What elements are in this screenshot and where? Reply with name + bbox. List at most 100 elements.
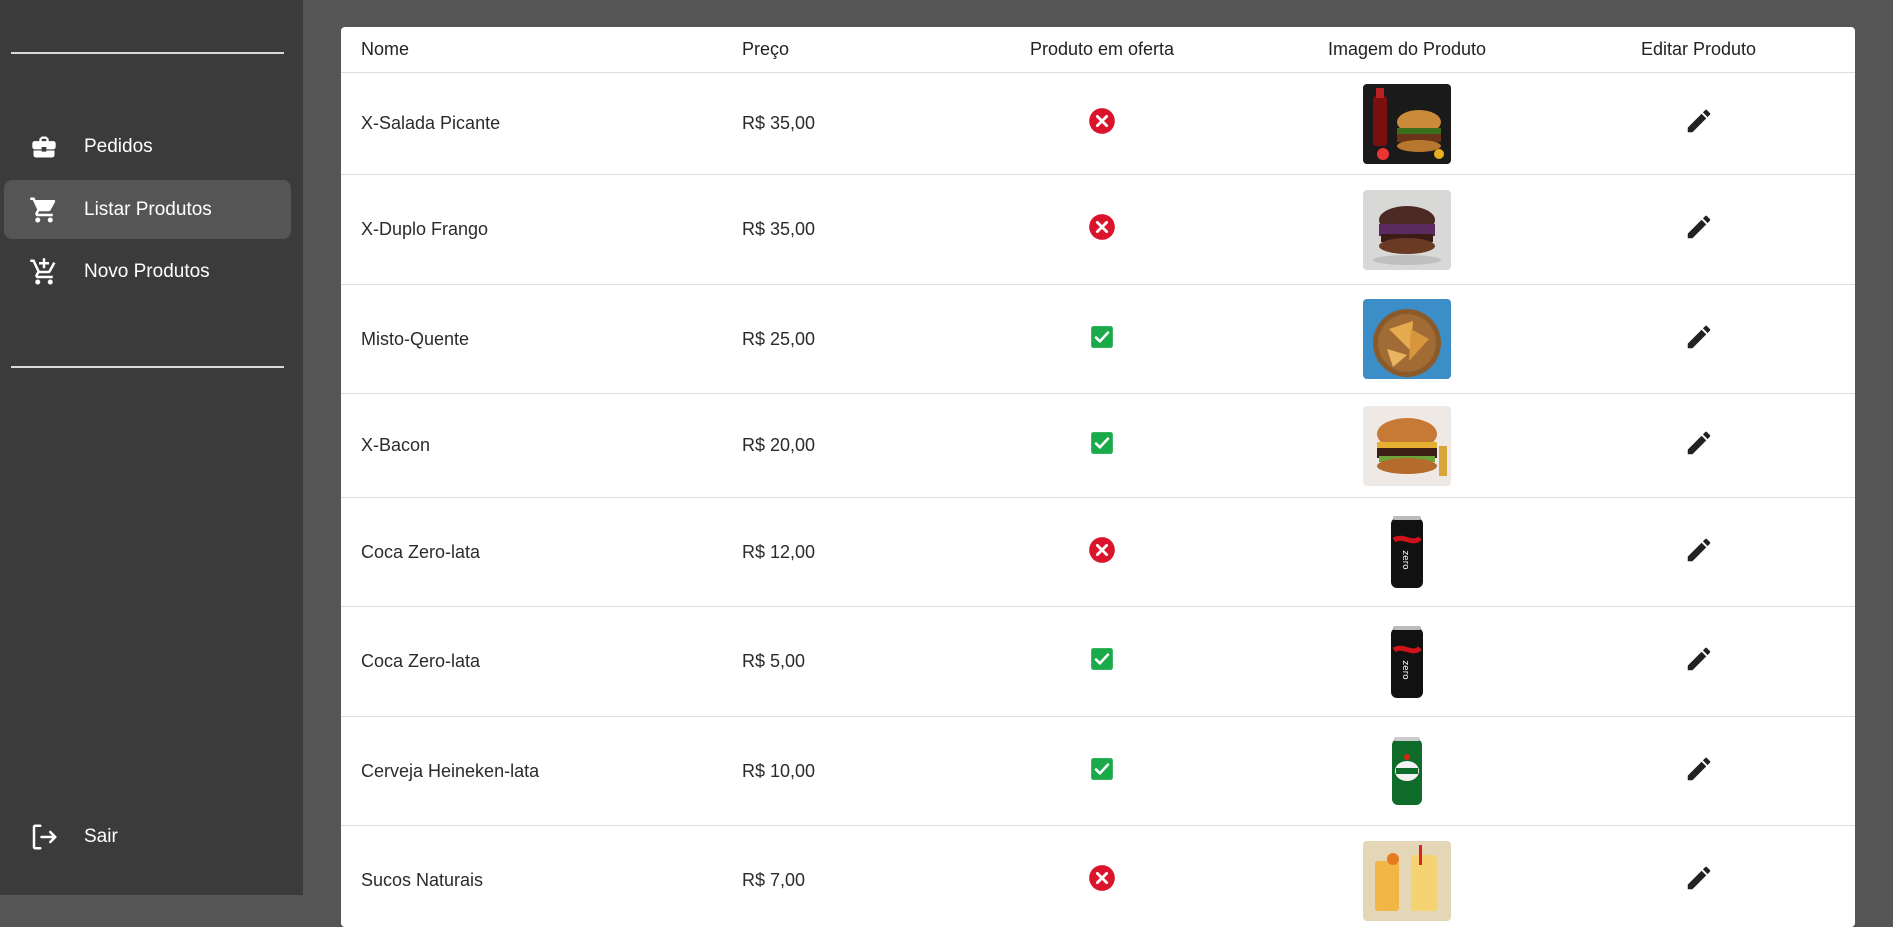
header-preco: Preço <box>742 27 932 73</box>
product-price: R$ 20,00 <box>742 394 932 498</box>
edit-cell <box>1542 826 1855 927</box>
edit-product-button[interactable] <box>1683 754 1715 786</box>
edit-product-button[interactable] <box>1683 863 1715 895</box>
edit-cell <box>1542 607 1855 717</box>
sidebar-item-label: Sair <box>84 826 118 848</box>
header-oferta: Produto em oferta <box>932 27 1272 73</box>
sidebar-item-label: Listar Produtos <box>84 199 212 221</box>
offer-status <box>932 285 1272 394</box>
product-thumbnail <box>1363 299 1451 379</box>
product-thumbnail <box>1363 190 1451 270</box>
product-name: X-Bacon <box>341 394 742 498</box>
pencil-icon <box>1684 442 1714 462</box>
pencil-icon <box>1684 877 1714 897</box>
sidebar-divider-bottom <box>11 366 284 368</box>
edit-product-button[interactable] <box>1683 322 1715 354</box>
product-price: R$ 12,00 <box>742 498 932 607</box>
check-icon <box>1089 756 1115 787</box>
edit-product-button[interactable] <box>1683 644 1715 676</box>
sidebar-divider-top <box>11 52 284 54</box>
product-price: R$ 35,00 <box>742 73 932 175</box>
edit-cell <box>1542 498 1855 607</box>
sidebar-item-sair[interactable]: Sair <box>4 807 291 866</box>
product-name: Cerveja Heineken-lata <box>341 717 742 826</box>
product-thumbnail <box>1363 731 1451 811</box>
product-image-cell <box>1272 73 1542 175</box>
edit-cell <box>1542 394 1855 498</box>
product-price: R$ 25,00 <box>742 285 932 394</box>
header-editar: Editar Produto <box>1542 27 1855 73</box>
product-name: Misto-Quente <box>341 285 742 394</box>
product-image-cell <box>1272 285 1542 394</box>
edit-cell <box>1542 285 1855 394</box>
product-price: R$ 10,00 <box>742 717 932 826</box>
table-row: Coca Zero-lataR$ 5,00 zero <box>341 607 1855 717</box>
sidebar-item-label: Novo Produtos <box>84 261 210 283</box>
cart-icon <box>28 194 60 226</box>
products-table-card: Nome Preço Produto em oferta Imagem do P… <box>341 27 1855 927</box>
check-icon <box>1089 646 1115 677</box>
table-row: Coca Zero-lataR$ 12,00 zero <box>341 498 1855 607</box>
pencil-icon <box>1684 549 1714 569</box>
product-thumbnail: zero <box>1363 622 1451 702</box>
sidebar-item-listar-produtos[interactable]: Listar Produtos <box>4 180 291 239</box>
header-nome: Nome <box>341 27 742 73</box>
table-row: X-Duplo FrangoR$ 35,00 <box>341 175 1855 285</box>
product-thumbnail <box>1363 406 1451 486</box>
product-image-cell <box>1272 394 1542 498</box>
cancel-icon <box>1088 107 1116 140</box>
product-thumbnail <box>1363 84 1451 164</box>
product-name: Coca Zero-lata <box>341 498 742 607</box>
add-cart-icon <box>28 256 60 288</box>
products-table: Nome Preço Produto em oferta Imagem do P… <box>341 27 1855 927</box>
product-name: Sucos Naturais <box>341 826 742 927</box>
sidebar-item-pedidos[interactable]: Pedidos <box>4 117 291 176</box>
edit-product-button[interactable] <box>1683 106 1715 138</box>
table-row: X-BaconR$ 20,00 <box>341 394 1855 498</box>
offer-status <box>932 175 1272 285</box>
table-row: Cerveja Heineken-lataR$ 10,00 <box>341 717 1855 826</box>
offer-status <box>932 498 1272 607</box>
product-image-cell: zero <box>1272 607 1542 717</box>
table-header-row: Nome Preço Produto em oferta Imagem do P… <box>341 27 1855 73</box>
svg-text:zero: zero <box>1400 550 1410 570</box>
header-imagem: Imagem do Produto <box>1272 27 1542 73</box>
cancel-icon <box>1088 864 1116 897</box>
offer-status <box>932 73 1272 175</box>
edit-product-button[interactable] <box>1683 535 1715 567</box>
product-thumbnail: zero <box>1363 512 1451 592</box>
edit-cell <box>1542 175 1855 285</box>
product-price: R$ 5,00 <box>742 607 932 717</box>
pencil-icon <box>1684 768 1714 788</box>
svg-text:zero: zero <box>1400 660 1410 680</box>
check-icon <box>1089 324 1115 355</box>
cancel-icon <box>1088 213 1116 246</box>
sidebar: Pedidos Listar Produtos Novo Produtos Sa… <box>0 0 303 895</box>
product-name: Coca Zero-lata <box>341 607 742 717</box>
cancel-icon <box>1088 536 1116 569</box>
product-name: X-Salada Picante <box>341 73 742 175</box>
table-row: X-Salada PicanteR$ 35,00 <box>341 73 1855 175</box>
pencil-icon <box>1684 658 1714 678</box>
offer-status <box>932 717 1272 826</box>
sidebar-item-novo-produtos[interactable]: Novo Produtos <box>4 242 291 301</box>
offer-status <box>932 826 1272 927</box>
edit-product-button[interactable] <box>1683 428 1715 460</box>
product-image-cell <box>1272 717 1542 826</box>
product-thumbnail <box>1363 841 1451 921</box>
product-price: R$ 35,00 <box>742 175 932 285</box>
offer-status <box>932 607 1272 717</box>
pencil-icon <box>1684 226 1714 246</box>
product-image-cell <box>1272 826 1542 927</box>
briefcase-icon <box>28 131 60 163</box>
sidebar-item-label: Pedidos <box>84 136 153 158</box>
table-row: Misto-QuenteR$ 25,00 <box>341 285 1855 394</box>
product-price: R$ 7,00 <box>742 826 932 927</box>
check-icon <box>1089 430 1115 461</box>
pencil-icon <box>1684 336 1714 356</box>
product-image-cell <box>1272 175 1542 285</box>
edit-cell <box>1542 717 1855 826</box>
edit-cell <box>1542 73 1855 175</box>
edit-product-button[interactable] <box>1683 212 1715 244</box>
offer-status <box>932 394 1272 498</box>
